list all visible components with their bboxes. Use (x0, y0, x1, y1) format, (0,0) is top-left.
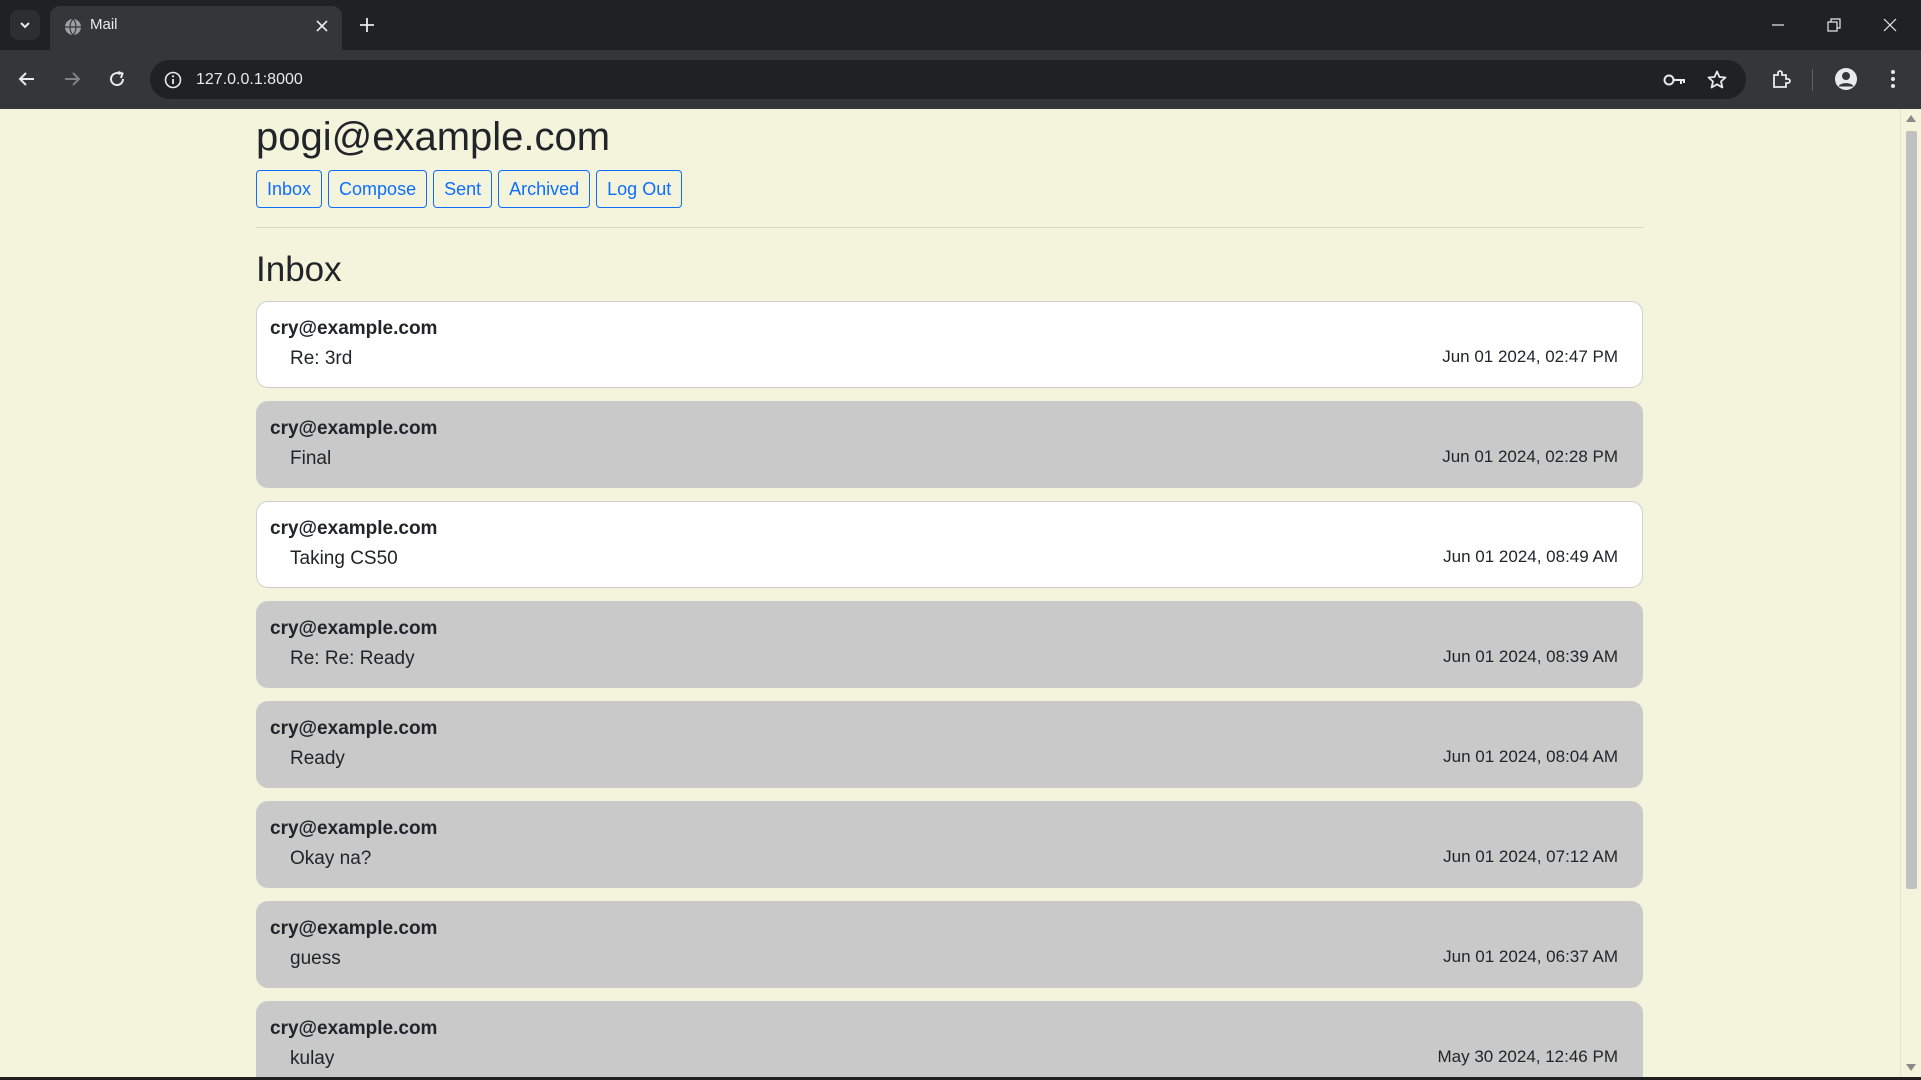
close-icon (316, 20, 328, 32)
email-subject: kulay (290, 1048, 335, 1069)
email-row[interactable]: cry@example.com kulay May 30 2024, 12:46 P… (256, 1001, 1643, 1077)
email-timestamp: Jun 01 2024, 02:28 PM (1442, 447, 1618, 466)
email-timestamp: Jun 01 2024, 07:12 AM (1443, 847, 1618, 866)
sent-button[interactable]: Sent (433, 170, 493, 208)
bookmark-button[interactable] (1703, 66, 1731, 94)
extensions-button[interactable] (1764, 62, 1798, 96)
email-subject: guess (290, 948, 341, 969)
kebab-icon (1891, 70, 1895, 88)
logout-button[interactable]: Log Out (596, 170, 683, 208)
email-row[interactable]: cry@example.com Taking CS50 Jun 01 2024, 0… (256, 501, 1643, 588)
email-subject: Final (290, 448, 332, 469)
email-subject: Re: 3rd (290, 348, 353, 369)
tab-close-button[interactable] (312, 16, 332, 36)
puzzle-icon (1773, 70, 1791, 88)
email-sender: cry@example.com (270, 518, 438, 539)
mailbox-nav: Inbox Compose Sent Archived Log Out (256, 170, 1643, 208)
url-text: 127.0.0.1:8000 (196, 71, 303, 88)
email-timestamp: Jun 01 2024, 08:49 AM (1443, 547, 1618, 566)
restore-icon (1827, 18, 1841, 32)
chevron-down-icon (20, 22, 30, 29)
mailbox-title: Inbox (256, 250, 342, 289)
page-scrollbar[interactable] (1900, 109, 1921, 1077)
email-timestamp: Jun 01 2024, 02:47 PM (1442, 347, 1618, 366)
minimize-button[interactable] (1750, 0, 1806, 50)
person-icon (1835, 68, 1857, 90)
email-row[interactable]: cry@example.com Final Jun 01 2024, 02:28 P… (256, 401, 1643, 488)
reload-icon (110, 71, 125, 87)
email-sender: cry@example.com (270, 718, 438, 739)
email-row[interactable]: cry@example.com Ready Jun 01 2024, 08:04 A… (256, 701, 1643, 788)
email-sender: cry@example.com (270, 618, 438, 639)
archived-button[interactable]: Archived (498, 170, 591, 208)
email-subject: Ready (290, 748, 345, 769)
email-sender: cry@example.com (270, 818, 438, 839)
key-icon (1663, 74, 1685, 86)
scrollbar-thumb[interactable] (1906, 131, 1917, 889)
email-row[interactable]: cry@example.com guess Jun 01 2024, 06:37 A… (256, 901, 1643, 988)
page-viewport: pogi@example.com Inbox Compose Sent Arch… (0, 109, 1900, 1077)
email-subject: Okay na? (290, 848, 372, 869)
browser-menu-button[interactable] (1876, 62, 1910, 96)
email-sender: cry@example.com (270, 1018, 438, 1039)
email-sender: cry@example.com (270, 418, 438, 439)
compose-button[interactable]: Compose (328, 170, 428, 208)
reload-button[interactable] (100, 62, 134, 96)
email-timestamp: May 30 2024, 12:46 PM (1437, 1047, 1618, 1066)
arrow-right-icon (65, 72, 81, 86)
new-tab-button[interactable] (352, 10, 382, 40)
close-window-button[interactable] (1862, 0, 1918, 50)
minimize-icon (1772, 24, 1784, 26)
site-info-button[interactable] (160, 67, 186, 93)
browser-toolbar: 127.0.0.1:8000 (0, 50, 1921, 109)
email-row[interactable]: cry@example.com Re: Re: Ready Jun 01 2024,… (256, 601, 1643, 688)
back-button[interactable] (10, 62, 44, 96)
toolbar-divider (1812, 69, 1813, 91)
profile-button[interactable] (1829, 62, 1863, 96)
globe-icon (65, 18, 81, 36)
arrow-left-icon (18, 72, 34, 86)
scroll-down-arrow-icon[interactable] (1906, 1064, 1916, 1071)
inbox-button[interactable]: Inbox (256, 170, 323, 208)
divider (256, 227, 1643, 228)
tab-search-button[interactable] (10, 10, 40, 40)
star-icon (1707, 70, 1727, 89)
email-sender: cry@example.com (270, 918, 438, 939)
tab-title: Mail (90, 16, 118, 33)
mail-app-container: pogi@example.com Inbox Compose Sent Arch… (256, 109, 1643, 1077)
email-sender: cry@example.com (270, 318, 438, 339)
email-subject: Re: Re: Ready (290, 648, 415, 669)
close-icon (1883, 18, 1897, 32)
email-timestamp: Jun 01 2024, 06:37 AM (1443, 947, 1618, 966)
user-email-heading: pogi@example.com (256, 115, 611, 159)
email-row[interactable]: cry@example.com Okay na? Jun 01 2024, 07:1… (256, 801, 1643, 888)
info-icon (164, 71, 182, 89)
forward-button[interactable] (55, 62, 89, 96)
email-list: cry@example.com Re: 3rd Jun 01 2024, 02:47… (256, 301, 1643, 1077)
email-row[interactable]: cry@example.com Re: 3rd Jun 01 2024, 02:47… (256, 301, 1643, 388)
address-bar[interactable]: 127.0.0.1:8000 (150, 60, 1746, 99)
password-manager-button[interactable] (1661, 66, 1689, 94)
restore-button[interactable] (1806, 0, 1862, 50)
email-subject: Taking CS50 (290, 548, 398, 569)
browser-tab[interactable]: Mail (50, 6, 342, 50)
email-timestamp: Jun 01 2024, 08:39 AM (1443, 647, 1618, 666)
email-timestamp: Jun 01 2024, 08:04 AM (1443, 747, 1618, 766)
scroll-up-arrow-icon[interactable] (1906, 115, 1916, 122)
browser-tab-strip: Mail (0, 0, 1921, 50)
plus-icon (360, 18, 374, 32)
